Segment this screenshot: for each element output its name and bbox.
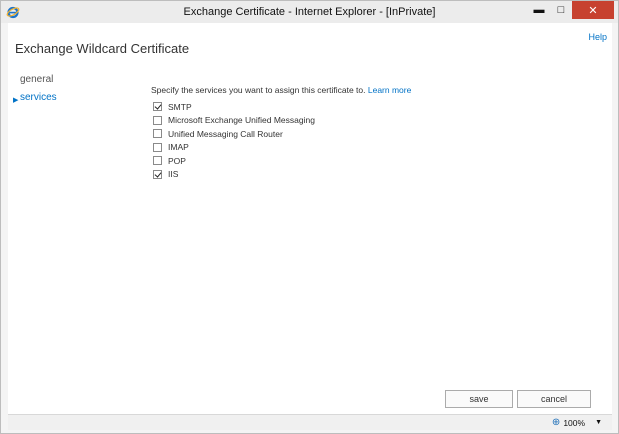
nav-item-services[interactable]: ▶ services [13, 91, 93, 109]
window-title: Exchange Certificate - Internet Explorer… [183, 6, 436, 18]
footer-buttons: save cancel [445, 390, 591, 408]
save-button[interactable]: save [445, 390, 513, 408]
service-row-iis[interactable]: IIS [151, 168, 591, 182]
service-row-smtp[interactable]: SMTP [151, 100, 591, 114]
browser-window: Exchange Certificate - Internet Explorer… [0, 0, 619, 434]
service-label: POP [168, 155, 186, 166]
chevron-down-icon[interactable]: ▼ [595, 419, 602, 426]
smtp-checkbox[interactable] [153, 102, 162, 112]
close-button[interactable]: ✕ [572, 1, 614, 19]
nav-item-general[interactable]: general [13, 73, 93, 91]
status-bar: ⊕ 100% ▼ [8, 414, 612, 430]
instruction-label: Specify the services you want to assign … [151, 85, 366, 95]
nav-item-label: services [20, 92, 57, 103]
service-label: IIS [168, 169, 179, 180]
service-row-um[interactable]: Microsoft Exchange Unified Messaging [151, 114, 591, 128]
services-panel: Specify the services you want to assign … [151, 84, 591, 181]
imap-checkbox[interactable] [153, 142, 162, 152]
title-bar[interactable]: Exchange Certificate - Internet Explorer… [1, 1, 618, 23]
pop-checkbox[interactable] [153, 156, 162, 166]
service-row-pop[interactable]: POP [151, 154, 591, 168]
minimize-button[interactable]: ▬ [528, 1, 550, 19]
service-row-imap[interactable]: IMAP [151, 141, 591, 155]
page-title: Exchange Wildcard Certificate [15, 41, 190, 56]
service-label: Unified Messaging Call Router [168, 128, 283, 139]
learn-more-link[interactable]: Learn more [368, 85, 411, 95]
um-call-router-checkbox[interactable] [153, 129, 162, 139]
zoom-control[interactable]: ⊕ 100% ▼ [552, 417, 602, 428]
help-link[interactable]: Help [588, 32, 607, 42]
service-label: SMTP [168, 101, 192, 112]
selected-caret-icon: ▶ [13, 97, 19, 104]
services-list: SMTP Microsoft Exchange Unified Messagin… [151, 100, 591, 181]
zoom-magnifier-icon: ⊕ [551, 417, 561, 428]
service-label: IMAP [168, 142, 189, 153]
service-row-um-call-router[interactable]: Unified Messaging Call Router [151, 127, 591, 141]
maximize-button[interactable]: □ [550, 1, 572, 19]
side-nav: general ▶ services [13, 73, 93, 109]
instruction-text: Specify the services you want to assign … [151, 84, 591, 96]
zoom-level: 100% [563, 417, 586, 428]
um-checkbox[interactable] [153, 115, 162, 125]
window-controls: ▬ □ ✕ [528, 1, 614, 19]
iis-checkbox[interactable] [153, 169, 162, 179]
service-label: Microsoft Exchange Unified Messaging [168, 115, 315, 126]
cancel-button[interactable]: cancel [517, 390, 591, 408]
page-content: Help Exchange Wildcard Certificate gener… [8, 23, 612, 414]
nav-item-label: general [20, 74, 54, 85]
